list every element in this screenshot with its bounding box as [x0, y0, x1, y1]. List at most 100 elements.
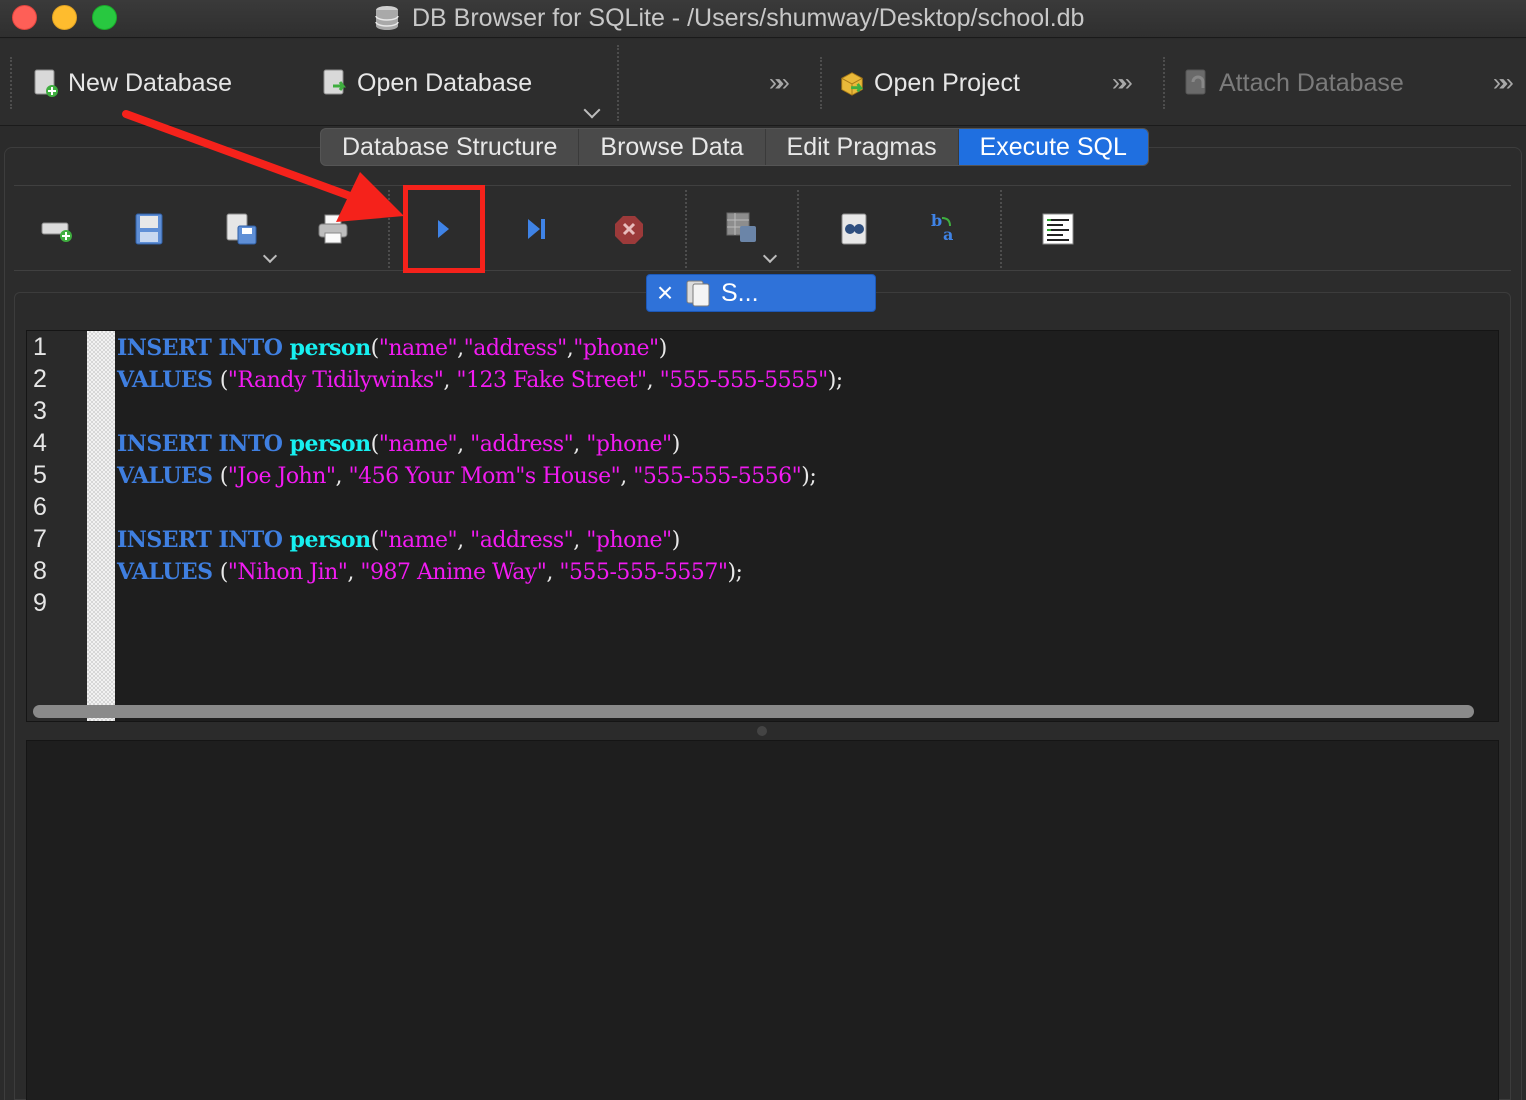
window-title-group: DB Browser for SQLite - /Users/shumway/D…	[372, 3, 1084, 33]
tab-browse-data[interactable]: Browse Data	[579, 129, 766, 165]
line-number: 8	[33, 557, 47, 585]
sql-punctuation: ,	[347, 560, 361, 585]
sql-punctuation: ,	[646, 368, 660, 393]
sql-punctuation: )	[671, 432, 681, 457]
execute-current-line-icon[interactable]	[520, 212, 554, 246]
tab-execute-sql[interactable]: Execute SQL	[958, 129, 1148, 165]
sql-keyword: INSERT INTO	[117, 431, 290, 457]
sql-keyword: VALUES	[117, 463, 220, 489]
toolbar-grip	[1163, 57, 1165, 109]
execute-highlight-annotation	[403, 185, 485, 273]
save-sql-file-icon[interactable]	[224, 212, 258, 246]
sql-punctuation: ,	[573, 432, 587, 457]
open-database-icon	[323, 69, 346, 95]
sql-keyword: VALUES	[117, 559, 220, 585]
new-database-button[interactable]: New Database	[32, 65, 232, 101]
toolbar-overflow-icon[interactable]: »»	[1112, 69, 1133, 97]
find-icon[interactable]	[837, 212, 871, 246]
sql-punctuation: );	[801, 464, 817, 489]
open-database-label: Open Database	[357, 68, 533, 97]
sql-punctuation: (	[370, 528, 380, 553]
maximize-window-button[interactable]	[92, 5, 117, 30]
open-database-dropdown-icon[interactable]	[583, 101, 601, 119]
line-number: 4	[33, 429, 47, 457]
line-number: 6	[33, 493, 47, 521]
sql-string: "address"	[470, 528, 574, 553]
svg-text:b: b	[931, 211, 942, 230]
sql-punctuation: ,	[457, 528, 471, 553]
open-database-button[interactable]: Open Database	[321, 65, 532, 101]
sql-punctuation: ,	[620, 464, 634, 489]
window-title: DB Browser for SQLite - /Users/shumway/D…	[412, 3, 1085, 32]
code-line: INSERT INTO person("name","address","pho…	[117, 335, 667, 361]
code-line: VALUES ("Nihon Jin", "987 Anime Way", "5…	[117, 559, 743, 585]
sql-table-name: person	[289, 431, 372, 457]
sql-string: "Randy Tidilywinks"	[227, 368, 444, 393]
toolbar-grip	[10, 57, 12, 109]
minimize-window-button[interactable]	[52, 5, 77, 30]
attach-database-button[interactable]: Attach Database	[1183, 65, 1404, 101]
sql-toolbar-separator	[685, 190, 687, 268]
splitter-handle[interactable]	[757, 726, 767, 736]
stop-execution-icon[interactable]	[612, 212, 646, 246]
sql-toolbar-separator	[1000, 190, 1002, 268]
database-icon	[375, 6, 399, 30]
sql-string: "phone"	[573, 336, 659, 361]
main-toolbar: New Database Open Database »» Open Proje…	[0, 39, 1526, 126]
find-replace-icon[interactable]: b a	[928, 210, 962, 244]
sql-string: "phone"	[586, 432, 672, 457]
sql-keyword: VALUES	[117, 367, 220, 393]
code-line: INSERT INTO person("name", "address", "p…	[117, 431, 680, 457]
sql-string: "name"	[378, 336, 458, 361]
sql-tab-label: S...	[721, 278, 759, 307]
print-icon[interactable]	[316, 212, 350, 246]
sql-string: "987 Anime Way"	[360, 560, 547, 585]
sql-editor-tab[interactable]: × S...	[646, 274, 876, 312]
toolbar-overflow-icon[interactable]: »»	[769, 69, 790, 97]
toolbar-overflow-icon[interactable]: »»	[1493, 69, 1514, 97]
sql-punctuation: (	[370, 432, 380, 457]
sql-table-name: person	[289, 527, 372, 553]
sql-string: "address"	[470, 432, 574, 457]
open-project-icon	[841, 72, 864, 96]
sql-keyword: INSERT INTO	[117, 335, 290, 361]
close-tab-icon[interactable]: ×	[647, 277, 683, 309]
sql-string: "123 Fake Street"	[456, 368, 647, 393]
sql-editor[interactable]: 1 2 3 4 5 6 7 8 9 INSERT INTO person("na…	[26, 330, 1499, 722]
sql-punctuation: ,	[457, 432, 471, 457]
open-sql-file-icon[interactable]	[133, 212, 167, 246]
line-number: 9	[33, 589, 47, 617]
sql-string: "address"	[463, 336, 568, 361]
save-results-icon[interactable]	[724, 210, 758, 244]
line-number: 5	[33, 461, 47, 489]
open-tab-icon[interactable]	[40, 212, 74, 246]
line-number: 1	[33, 333, 47, 361]
sql-toolbar-separator	[388, 190, 390, 268]
sql-punctuation: )	[658, 336, 668, 361]
open-project-button[interactable]: Open Project	[838, 65, 1020, 101]
code-line: VALUES ("Joe John", "456 Your Mom"s Hous…	[117, 463, 817, 489]
tab-edit-pragmas[interactable]: Edit Pragmas	[766, 129, 959, 165]
sql-punctuation: ,	[443, 368, 457, 393]
svg-text:a: a	[943, 225, 953, 244]
comment-icon[interactable]	[1041, 212, 1075, 246]
fold-margin	[87, 331, 115, 721]
sql-punctuation: (	[219, 464, 229, 489]
sql-file-icon	[686, 280, 710, 307]
code-line: INSERT INTO person("name", "address", "p…	[117, 527, 680, 553]
close-window-button[interactable]	[12, 5, 37, 30]
sql-punctuation: ,	[335, 464, 349, 489]
tab-database-structure[interactable]: Database Structure	[321, 129, 580, 165]
sql-string: "555-555-5556"	[633, 464, 802, 489]
editor-horizontal-scrollbar[interactable]	[33, 705, 1474, 718]
sql-string: "name"	[378, 528, 458, 553]
sql-punctuation: )	[671, 528, 681, 553]
toolbar-grip	[820, 57, 822, 109]
toolbar-separator	[617, 45, 619, 121]
line-number: 2	[33, 365, 47, 393]
results-pane	[26, 740, 1499, 1100]
sql-string: "456 Your Mom"s House"	[348, 464, 621, 489]
line-number: 3	[33, 397, 47, 425]
sql-string: "Nihon Jin"	[227, 560, 348, 585]
sql-string: "name"	[378, 432, 458, 457]
